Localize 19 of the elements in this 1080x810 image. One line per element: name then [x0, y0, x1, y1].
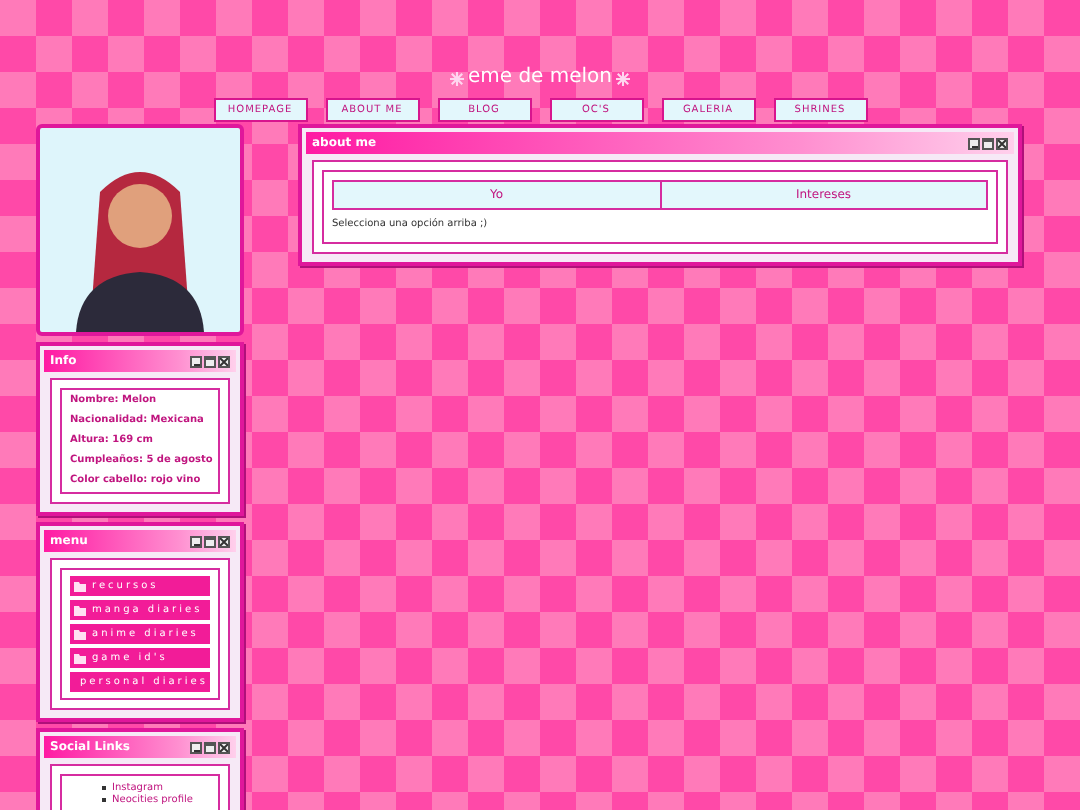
maximize-icon[interactable]: [204, 535, 216, 547]
maximize-icon[interactable]: [982, 137, 994, 149]
sparkle-icon: [616, 71, 631, 85]
folder-icon: [74, 605, 86, 615]
maximize-icon[interactable]: [204, 741, 216, 753]
close-icon[interactable]: [218, 535, 230, 547]
minimize-icon[interactable]: [968, 137, 980, 149]
folder-icon: [74, 629, 86, 639]
minimize-icon[interactable]: [190, 355, 202, 367]
close-icon[interactable]: [996, 137, 1008, 149]
folder-icon: [74, 581, 86, 591]
close-icon[interactable]: [218, 355, 230, 367]
folder-icon: [74, 653, 86, 663]
minimize-icon[interactable]: [190, 741, 202, 753]
site-title: eme de melon: [467, 68, 613, 88]
sparkle-icon: [449, 71, 464, 85]
minimize-icon[interactable]: [190, 535, 202, 547]
close-icon[interactable]: [218, 741, 230, 753]
maximize-icon[interactable]: [204, 355, 216, 367]
